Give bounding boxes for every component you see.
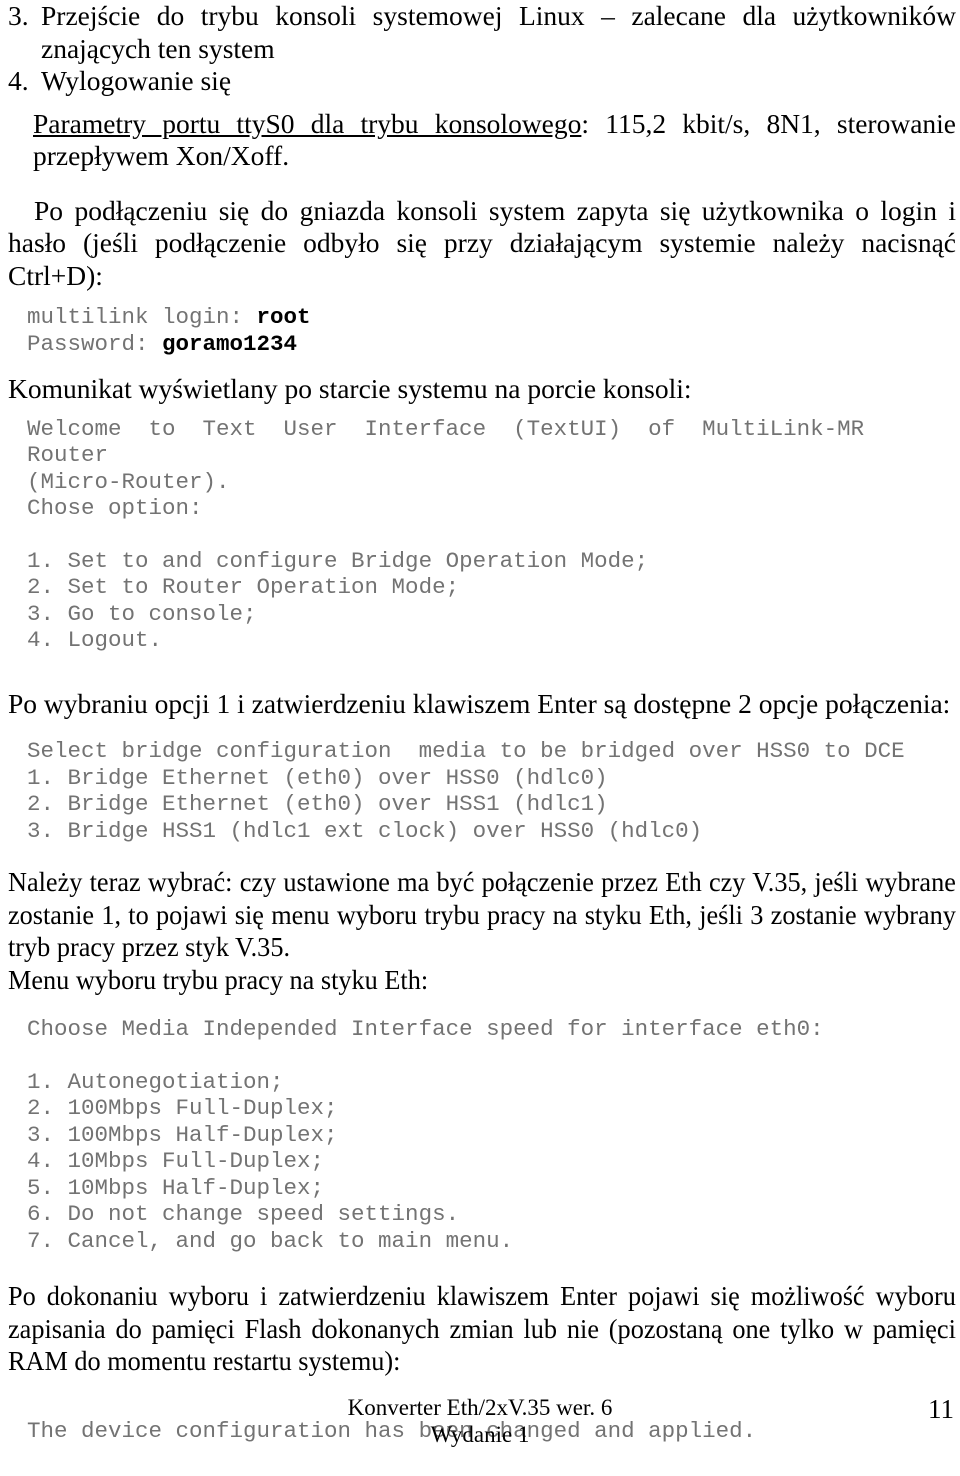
console-main-menu-item-3: 3. Go to console; <box>27 600 257 627</box>
console-password-line: Password: goramo1234 <box>27 331 956 358</box>
console-login-label: multilink login: <box>27 304 257 330</box>
console-welcome-line: Welcome to Text User Interface (TextUI) … <box>27 415 892 469</box>
console-mii-item-1: 1. Autonegotiation; <box>27 1068 284 1095</box>
outline-item-3-label: Przejście do trybu konsoli systemowej Li… <box>41 0 956 64</box>
page-content: 3. Przejście do trybu konsoli systemowej … <box>8 0 956 1444</box>
console-bridge-item-3: 3. Bridge HSS1 (hdlc1 ext clock) over HS… <box>27 817 703 844</box>
console-welcome-block: Welcome to Text User Interface (TextUI) … <box>8 416 956 654</box>
document-page: 3. Przejście do trybu konsoli systemowej … <box>0 0 960 1476</box>
console-mii-item-6: 6. Do not change speed settings. <box>27 1201 460 1227</box>
page-number: 11 <box>928 1394 954 1424</box>
boot-message-heading: Komunikat wyświetlany po starcie systemu… <box>8 373 692 404</box>
console-mii-item-5: 5. 10Mbps Half-Duplex; <box>27 1174 325 1201</box>
console-mii-item-7: 7. Cancel, and go back to main menu. <box>27 1227 514 1254</box>
choose-eth-or-v35-paragraph: Należy teraz wybrać: czy ustawione ma by… <box>8 866 956 962</box>
console-password-value: goramo1234 <box>162 330 298 357</box>
console-login-value: root <box>256 304 311 330</box>
console-login-line: multilink login: root <box>27 304 956 331</box>
after-confirm-paragraph: Po dokonaniu wyboru i zatwierdzeniu klaw… <box>8 1280 956 1376</box>
footer-line-1: Konverter Eth/2xV.35 wer. 6 <box>347 1395 613 1420</box>
login-intro-paragraph: Po podłączeniu się do gniazda konsoli sy… <box>8 194 956 291</box>
outline-item-3: 3. Przejście do trybu konsoli systemowej … <box>8 0 956 65</box>
console-welcome-line2: (Micro-Router). <box>27 468 230 495</box>
console-mii-item-3: 3. 100Mbps Half-Duplex; <box>27 1121 338 1148</box>
console-mii-block: Choose Media Independed Interface speed … <box>8 1016 956 1254</box>
outline-item-4-label: Wylogowanie się <box>41 65 232 96</box>
console-main-menu-item-2: 2. Set to Router Operation Mode; <box>27 574 460 600</box>
outline-item-3-number: 3. <box>8 0 29 31</box>
after-option1-paragraph: Po wybraniu opcji 1 i zatwierdzeniu klaw… <box>8 687 951 719</box>
eth-menu-heading: Menu wyboru trybu pracy na styku Eth: <box>8 963 429 995</box>
console-bridge-block: Select bridge configuration media to be … <box>8 738 956 844</box>
page-footer: Konverter Eth/2xV.35 wer. 6 Wydanie 1 11 <box>0 1394 960 1468</box>
outline-list: 3. Przejście do trybu konsoli systemowej … <box>8 0 956 98</box>
footer-center-block: Konverter Eth/2xV.35 wer. 6 Wydanie 1 <box>0 1394 960 1448</box>
console-mii-item-4: 4. 10Mbps Full-Duplex; <box>27 1148 325 1174</box>
console-bridge-item-2: 2. Bridge Ethernet (eth0) over HSS1 (hdl… <box>27 791 608 817</box>
console-mii-header: Choose Media Independed Interface speed … <box>27 1016 824 1042</box>
footer-line-2: Wydanie 1 <box>430 1422 530 1447</box>
console-mii-item-2: 2. 100Mbps Full-Duplex; <box>27 1095 338 1121</box>
console-bridge-item-1: 1. Bridge Ethernet (eth0) over HSS0 (hdl… <box>27 764 608 791</box>
console-login-block: multilink login: root Password: goramo123… <box>8 304 956 357</box>
outline-item-4-number: 4. <box>8 65 29 96</box>
port-parameters-paragraph: Parametry portu ttyS0 dla trybu konsolow… <box>8 108 956 173</box>
console-password-label: Password: <box>27 330 163 357</box>
console-main-menu-item-1: 1. Set to and configure Bridge Operation… <box>27 547 649 574</box>
console-bridge-header: Select bridge configuration media to be … <box>27 738 905 764</box>
console-chose-option-line: Chose option: <box>27 495 203 521</box>
outline-item-4: 4. Wylogowanie się <box>8 65 956 98</box>
port-parameters-underlined-label: Parametry portu ttyS0 dla trybu konsolow… <box>33 107 582 139</box>
console-main-menu-item-4: 4. Logout. <box>27 627 163 653</box>
